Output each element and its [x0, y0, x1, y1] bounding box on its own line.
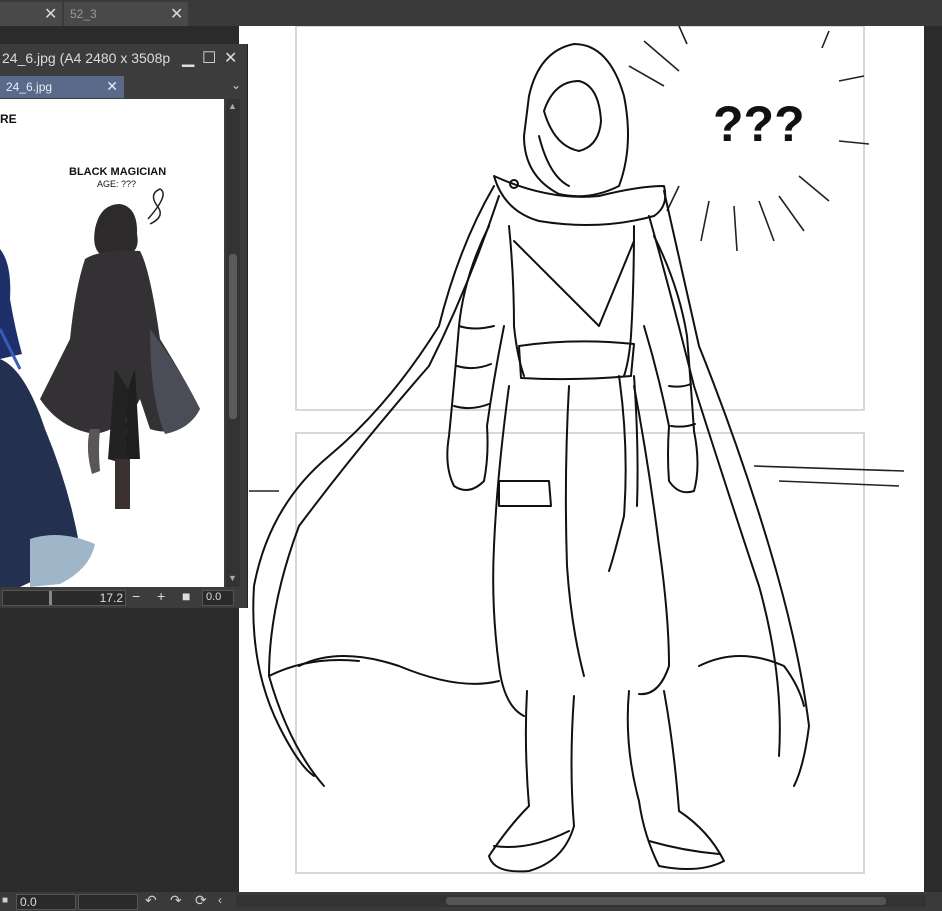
navigator-title-bar[interactable]: 24_6.jpg (A4 2480 x 3508p ▁ ☐ ✕: [0, 44, 247, 74]
sketch-drawing: ???: [249, 25, 905, 874]
chevron-up-icon[interactable]: ▲: [228, 101, 237, 111]
navigator-vertical-scrollbar[interactable]: ▲ ▼: [226, 99, 240, 587]
scrollbar-thumb[interactable]: [446, 897, 886, 905]
preview-partial-text: RE: [0, 112, 17, 126]
fit-icon[interactable]: ■: [182, 588, 190, 604]
preview-artwork: RE BLACK MAGICIAN AGE: ???: [0, 112, 200, 587]
status-value-field[interactable]: 0.0: [16, 894, 76, 910]
document-tab-52-3[interactable]: 52_3 ✕: [64, 2, 188, 26]
document-tab[interactable]: ✕: [0, 2, 62, 26]
navigator-title: 24_6.jpg (A4 2480 x 3508p: [2, 50, 171, 66]
rotate-left-icon[interactable]: ↶: [145, 892, 157, 909]
zoom-in-icon[interactable]: +: [157, 588, 165, 604]
scrollbar-thumb[interactable]: [229, 254, 237, 419]
close-icon[interactable]: ✕: [224, 48, 237, 68]
comic-panel-frame-top: [295, 25, 865, 411]
preview-caption-title: BLACK MAGICIAN: [69, 166, 166, 178]
canvas-horizontal-scrollbar[interactable]: [236, 895, 926, 907]
close-icon[interactable]: ✕: [106, 78, 118, 95]
maximize-icon[interactable]: ☐: [202, 48, 216, 68]
navigator-preview[interactable]: RE BLACK MAGICIAN AGE: ???: [0, 99, 224, 587]
navigator-tab-bar: 24_6.jpg ✕: [0, 74, 247, 98]
close-icon[interactable]: ✕: [170, 4, 183, 24]
cloaked-figure: [252, 43, 810, 873]
reset-rotation-icon[interactable]: ⟳: [195, 892, 207, 909]
document-tab-bar: ✕ 52_3 ✕: [0, 0, 942, 26]
rotation-field[interactable]: 0.0: [202, 590, 234, 606]
zoom-slider-knob[interactable]: [49, 591, 52, 605]
navigator-tab[interactable]: 24_6.jpg ✕: [0, 76, 124, 98]
zoom-out-icon[interactable]: −: [132, 588, 140, 604]
navigator-controls: 17.2 − + ■ 0.0: [0, 587, 247, 608]
square-icon[interactable]: ■: [2, 895, 8, 906]
zoom-slider[interactable]: 17.2: [2, 590, 126, 606]
rotate-right-icon[interactable]: ↷: [170, 892, 182, 909]
dark-figure: [40, 204, 200, 509]
canvas-right-strip: [924, 26, 942, 892]
chevron-down-icon[interactable]: ▼: [228, 573, 237, 583]
canvas-page[interactable]: ???: [239, 25, 924, 892]
emphasis-lines: [249, 25, 905, 492]
comic-panel-frame-bottom: [295, 432, 865, 874]
close-icon[interactable]: ✕: [44, 4, 57, 24]
navigator-panel: 24_6.jpg (A4 2480 x 3508p ▁ ☐ ✕ 24_6.jpg…: [0, 44, 248, 608]
speech-text: ???: [713, 96, 805, 152]
chevron-left-icon[interactable]: ‹: [218, 893, 222, 907]
arrow-icon: [147, 188, 164, 225]
preview-caption-sub: AGE: ???: [97, 179, 136, 189]
zoom-value: 17.2: [99, 591, 123, 605]
minimize-icon[interactable]: ▁: [182, 48, 194, 68]
status-slider[interactable]: [78, 894, 138, 910]
chevron-down-icon[interactable]: ⌄: [231, 78, 241, 92]
